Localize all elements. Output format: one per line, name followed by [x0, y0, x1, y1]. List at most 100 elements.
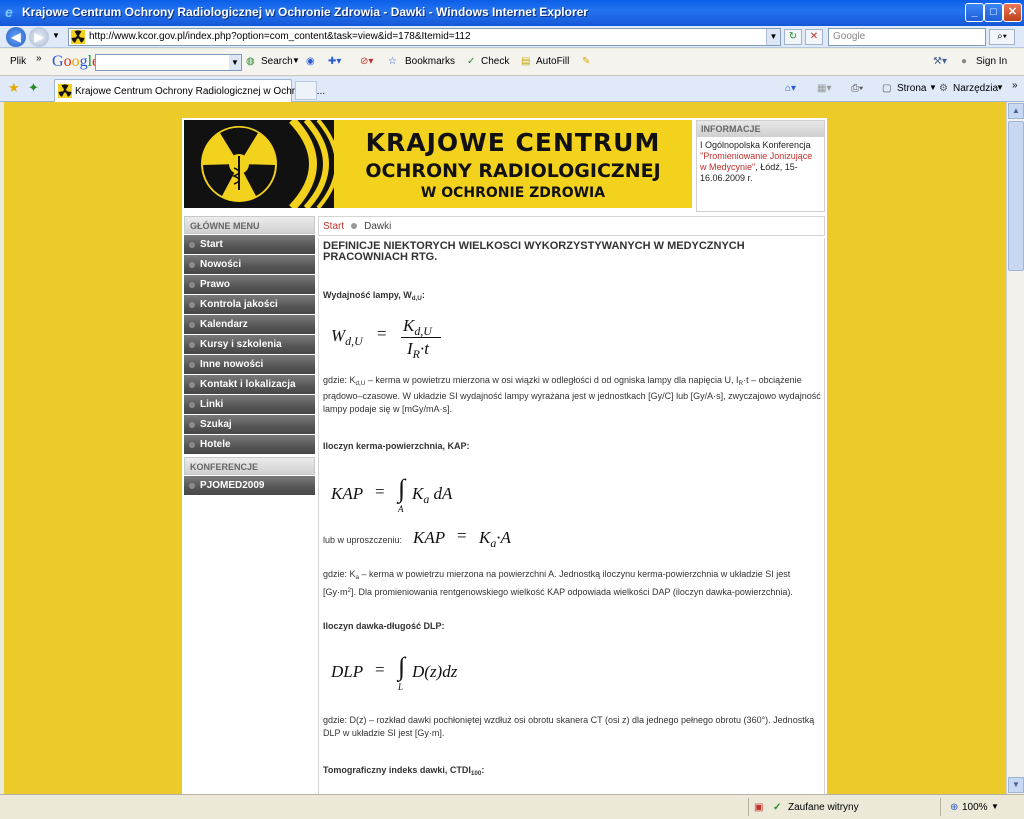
scroll-up-arrow-icon[interactable]: ▲ — [1008, 103, 1024, 119]
menu-item-label: Start — [200, 239, 223, 250]
menu-item-nowosci[interactable]: Nowości — [184, 255, 315, 274]
menu-item-label: Kalendarz — [200, 319, 248, 330]
bullet-icon — [189, 382, 195, 388]
tools-menu-dropdown-icon[interactable]: ▼ — [996, 83, 1004, 92]
ie-logo-icon: e — [5, 4, 13, 20]
menu-item-hotele[interactable]: Hotele — [184, 435, 315, 454]
menu-item-label: PJOMED2009 — [200, 480, 265, 491]
address-field[interactable]: http://www.kcor.gov.pl/index.php?option=… — [68, 28, 781, 46]
scrollbar-thumb[interactable] — [1008, 121, 1024, 271]
page-menu-dropdown-icon[interactable]: ▼ — [929, 83, 937, 92]
check-button[interactable]: Check — [481, 56, 509, 67]
menu-item-label: Inne nowości — [200, 359, 264, 370]
plus-icon[interactable]: ✚▾ — [328, 56, 341, 67]
google-search-button[interactable]: Search — [261, 56, 293, 67]
search-dropdown-icon[interactable]: ▼ — [292, 56, 300, 65]
bullet-icon — [189, 322, 195, 328]
autofill-button[interactable]: AutoFill — [536, 56, 569, 67]
menu-item-kalendarz[interactable]: Kalendarz — [184, 315, 315, 334]
favorites-star-icon[interactable]: ★ — [8, 80, 20, 96]
menu-item-label: Prawo — [200, 279, 231, 290]
new-tab-button[interactable] — [295, 81, 317, 100]
tabrow-overflow-chevron[interactable]: » — [1012, 80, 1018, 91]
status-bar: ▣ ✓ Zaufane witryny ⊕ 100% ▼ — [0, 794, 1024, 819]
popup-blocker-icon[interactable]: ⊘▾ — [360, 56, 373, 67]
toolbar-overflow-chevron[interactable]: » — [36, 53, 42, 64]
tab-active[interactable]: Krajowe Centrum Ochrony Radiologicznej w… — [54, 79, 325, 102]
section-ctdi-heading: Tomograficzny indeks dawki, CTDI100: — [323, 765, 485, 778]
page-icon: ▢ — [882, 83, 892, 94]
globe-icon[interactable]: ◉ — [306, 56, 315, 67]
google-search-dropdown-icon[interactable]: ▼ — [229, 55, 241, 70]
tools-menu[interactable]: Narzędzia — [953, 83, 998, 94]
star-bookmarks-icon: ☆ — [388, 56, 397, 67]
minimize-button[interactable]: _ — [965, 3, 984, 22]
status-divider — [940, 798, 941, 816]
autofill-icon: ▤ — [521, 56, 531, 67]
file-menu[interactable]: Plik — [10, 56, 26, 67]
sign-in-button[interactable]: Sign In — [976, 56, 1007, 67]
scroll-down-arrow-icon[interactable]: ▼ — [1008, 777, 1024, 793]
user-avatar-icon: ● — [961, 56, 968, 67]
print-icon[interactable]: ⎙▾ — [851, 83, 863, 94]
menu-item-kontrola-jakosci[interactable]: Kontrola jakości — [184, 295, 315, 314]
forward-button[interactable]: ▶ — [29, 27, 49, 47]
search-icon[interactable]: ⌕▾ — [989, 29, 1015, 45]
recent-pages-dropdown-icon[interactable]: ▼ — [52, 31, 60, 40]
menu-item-label: Linki — [200, 399, 224, 410]
feeds-icon[interactable]: ▦▾ — [817, 83, 831, 94]
bullet-icon — [189, 262, 195, 268]
bullet-icon — [189, 483, 195, 489]
bullet-icon — [189, 282, 195, 288]
menu-item-label: Nowości — [200, 259, 242, 270]
maximize-button[interactable]: □ — [984, 3, 1003, 22]
window-title-bar[interactable]: e Krajowe Centrum Ochrony Radiologicznej… — [0, 0, 1024, 26]
back-button[interactable]: ◀ — [6, 27, 26, 47]
address-url: http://www.kcor.gov.pl/index.php?option=… — [89, 31, 471, 42]
menu-item-szukaj[interactable]: Szukaj — [184, 415, 315, 434]
home-icon[interactable]: ⌂▾ — [785, 83, 796, 94]
bullet-icon — [189, 302, 195, 308]
refresh-icon[interactable]: ↻ — [784, 29, 802, 45]
menu-item-label: Szukaj — [200, 419, 232, 430]
zoom-icon: ⊕ — [950, 802, 959, 813]
menu-item-linki[interactable]: Linki — [184, 395, 315, 414]
page-menu[interactable]: Strona — [897, 83, 926, 94]
google-search-icon: ◍ — [246, 56, 255, 67]
zoom-dropdown-icon[interactable]: ▼ — [991, 802, 999, 811]
section-kap-heading: Iloczyn kerma-powierzchnia, KAP: — [323, 441, 470, 451]
bookmarks-button[interactable]: Bookmarks — [405, 56, 455, 67]
web-page: KRAJOWE CENTRUM OCHRONY RADIOLOGICZNEJ W… — [182, 118, 827, 794]
google-search-input[interactable]: ▼ — [95, 54, 242, 71]
breadcrumb: Start Dawki — [318, 216, 825, 236]
section-dlp-heading: Iloczyn dawka-długość DLP: — [323, 621, 445, 631]
menu-item-pjomed2009[interactable]: PJOMED2009 — [184, 476, 315, 495]
breadcrumb-separator-icon — [351, 222, 358, 229]
protected-mode-icon[interactable]: ▣ — [754, 802, 763, 813]
radiation-favicon-icon — [71, 30, 85, 44]
menu-item-start[interactable]: Start — [184, 235, 315, 254]
menu-item-prawo[interactable]: Prawo — [184, 275, 315, 294]
article-title: DEFINICJE NIEKTORYCH WIELKOSCI WYKORZYST… — [323, 240, 745, 263]
zoom-level[interactable]: 100% — [962, 802, 988, 813]
google-logo: Google — [52, 53, 99, 70]
menu-item-label: Hotele — [200, 439, 231, 450]
bullet-icon — [189, 442, 195, 448]
add-favorites-icon[interactable]: ✦ — [28, 80, 39, 96]
close-button[interactable]: ✕ — [1003, 3, 1022, 22]
menu-item-inne-nowosci[interactable]: Inne nowości — [184, 355, 315, 374]
highlighter-icon[interactable]: ✎ — [582, 56, 590, 67]
radiation-logo-icon — [184, 120, 334, 208]
address-dropdown-icon[interactable]: ▼ — [766, 29, 780, 45]
security-zone-label[interactable]: Zaufane witryny — [788, 802, 859, 813]
vertical-scrollbar[interactable]: ▲ ▼ — [1006, 102, 1024, 794]
bullet-icon — [189, 402, 195, 408]
stop-icon[interactable]: ✕ — [805, 29, 823, 45]
live-search-input[interactable]: Google — [828, 28, 986, 46]
menu-item-kontakt[interactable]: Kontakt i lokalizacja — [184, 375, 315, 394]
radiation-tab-icon — [58, 84, 72, 98]
breadcrumb-home-link[interactable]: Start — [323, 221, 344, 232]
wrench-settings-icon[interactable]: ⚒▾ — [933, 56, 947, 67]
menu-item-kursy[interactable]: Kursy i szkolenia — [184, 335, 315, 354]
tools-gear-icon: ⚙ — [939, 83, 948, 94]
